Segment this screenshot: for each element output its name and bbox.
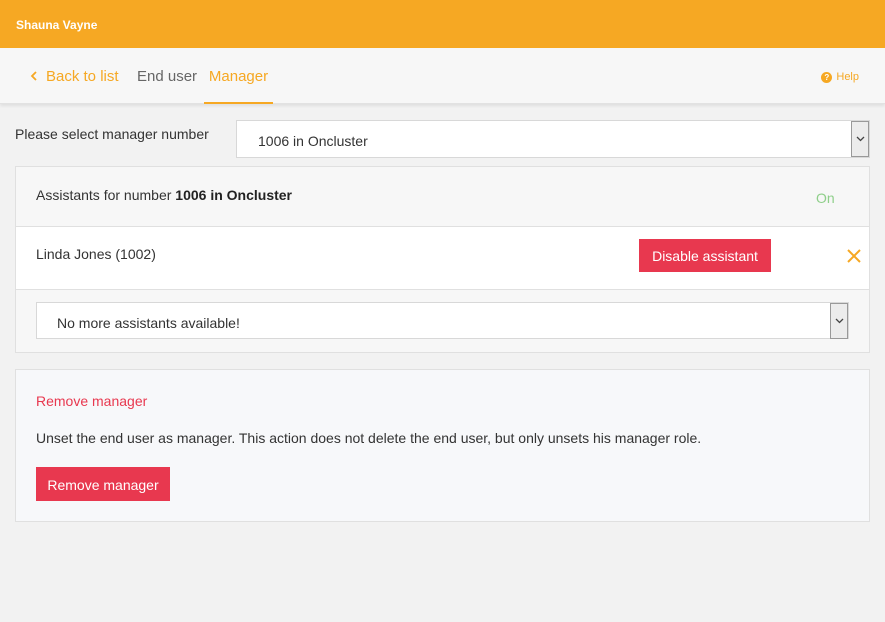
assistant-row: Linda Jones (1002) Disable assistant <box>16 227 869 290</box>
manager-number-select[interactable]: 1006 in Oncluster <box>236 120 870 158</box>
help-link[interactable]: ? Help <box>821 48 859 104</box>
manager-select-value: 1006 in Oncluster <box>258 133 368 149</box>
assistants-number: 1006 in Oncluster <box>175 187 292 203</box>
remove-manager-panel: Remove manager Unset the end user as man… <box>15 369 870 522</box>
help-label: Help <box>836 71 859 83</box>
status-badge: On <box>816 190 835 206</box>
assistants-panel: Assistants for number 1006 in Oncluster … <box>15 166 870 353</box>
assistants-title-prefix: Assistants for number <box>36 187 176 203</box>
chevron-left-icon <box>30 48 42 106</box>
assistants-title: Assistants for number 1006 in Oncluster <box>36 167 292 223</box>
user-name: Shauna Vayne <box>16 18 98 32</box>
back-to-list-link[interactable]: Back to list <box>30 48 119 104</box>
manager-select-label: Please select manager number <box>15 126 209 142</box>
chevron-down-icon[interactable] <box>830 303 848 339</box>
tab-manager[interactable]: Manager <box>204 48 273 104</box>
tab-end-user[interactable]: End user <box>137 48 197 104</box>
assistant-name: Linda Jones (1002) <box>36 246 156 262</box>
assistants-panel-header: Assistants for number 1006 in Oncluster … <box>16 167 869 227</box>
help-icon: ? <box>821 72 833 83</box>
top-bar: Shauna Vayne <box>0 0 885 48</box>
remove-manager-button[interactable]: Remove manager <box>36 467 170 501</box>
nav-bar: Back to list End user Manager ? Help <box>0 48 885 104</box>
add-assistant-select[interactable]: No more assistants available! <box>36 302 849 339</box>
disable-assistant-button[interactable]: Disable assistant <box>639 239 771 272</box>
remove-manager-description: Unset the end user as manager. This acti… <box>36 430 702 446</box>
close-icon[interactable] <box>846 248 862 264</box>
chevron-down-icon[interactable] <box>851 121 869 157</box>
remove-manager-title: Remove manager <box>36 393 148 409</box>
back-label: Back to list <box>46 68 119 85</box>
add-assistant-value: No more assistants available! <box>57 315 240 331</box>
